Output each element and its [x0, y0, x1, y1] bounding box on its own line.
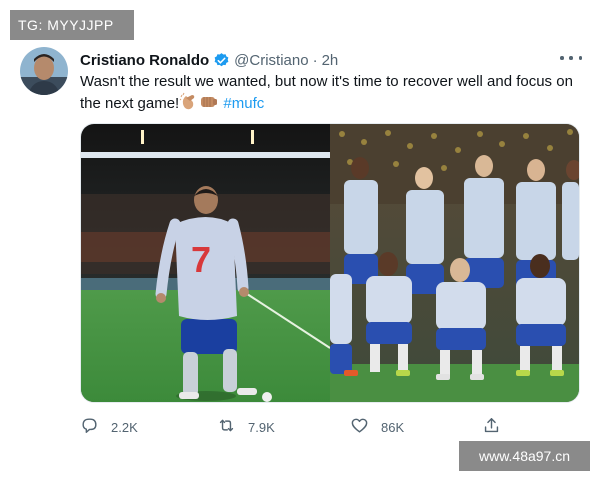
reply-icon — [80, 416, 99, 438]
tweet-actions: 2.2K 7.9K 86K — [80, 416, 500, 438]
like-count: 86K — [381, 419, 405, 435]
player-walking-photo[interactable]: 7 — [81, 124, 330, 402]
tweet-text: Wasn't the result we wanted, but now it'… — [80, 72, 590, 118]
more-options-icon[interactable] — [560, 50, 582, 66]
watermark-top: TG: MYYJJPP — [10, 10, 134, 40]
heart-icon — [350, 416, 369, 438]
share-icon — [482, 416, 501, 438]
retweet-icon — [217, 416, 236, 438]
retweet-button[interactable]: 7.9K — [217, 416, 275, 438]
separator-dot: · — [312, 51, 318, 69]
author-name[interactable]: Cristiano Ronaldo — [80, 52, 209, 69]
hashtag-link[interactable]: #mufc — [223, 95, 264, 112]
retweet-count: 7.9K — [248, 419, 275, 435]
media-grid: 7 — [80, 123, 580, 403]
author-handle[interactable]: @Cristiano — [234, 52, 308, 69]
share-button[interactable] — [482, 416, 501, 438]
watermark-bottom: www.48a97.cn — [459, 441, 590, 471]
team-photo[interactable] — [330, 124, 579, 402]
verified-badge-icon — [213, 52, 230, 69]
tweet-time[interactable]: 2h — [322, 52, 339, 69]
reply-button[interactable]: 2.2K — [80, 416, 138, 438]
clapping-hands-emoji — [179, 92, 199, 118]
tweet-header: Cristiano Ronaldo @Cristiano · 2h — [80, 50, 338, 70]
reply-count: 2.2K — [111, 419, 138, 435]
fist-bump-emoji — [199, 92, 219, 118]
avatar[interactable] — [20, 47, 68, 95]
svg-text:7: 7 — [191, 239, 211, 280]
like-button[interactable]: 86K — [350, 416, 404, 438]
tweet-text-line2: the next game! — [80, 95, 180, 112]
tweet-text-line1: Wasn't the result we wanted, but now it'… — [80, 73, 573, 90]
